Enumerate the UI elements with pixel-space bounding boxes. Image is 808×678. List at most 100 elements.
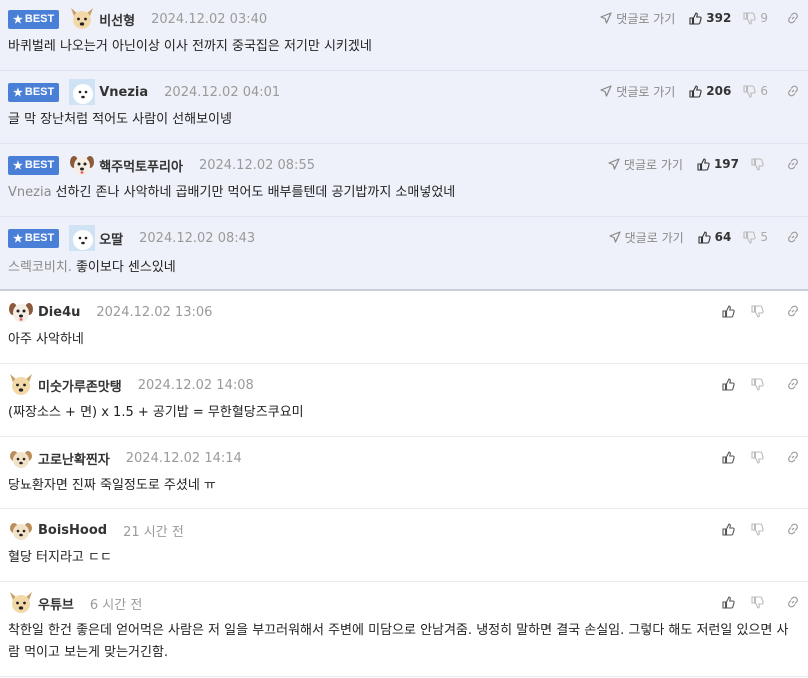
thumbs-down-icon: [751, 377, 764, 391]
comment-actions: 댓글로 가기 64 5: [609, 227, 800, 247]
dislike-button[interactable]: 5: [743, 230, 768, 244]
link-icon: [788, 596, 798, 608]
comment-nickname[interactable]: Die4u: [38, 305, 80, 320]
thumbs-down-icon: [743, 11, 757, 25]
link-button[interactable]: [786, 377, 800, 391]
thumbs-down-icon: [743, 230, 757, 244]
like-button[interactable]: 392: [689, 11, 731, 25]
white-dog-avatar[interactable]: [69, 225, 96, 251]
comment-body: 착한일 한건 좋은데 얻어먹은 사람은 저 일을 부끄러워해서 주변에 미담으로…: [8, 620, 794, 664]
star-icon: ★: [13, 159, 23, 172]
comment-text: 글 막 장난처럼 적어도 사람이 선해보이넹: [8, 112, 232, 127]
comment-text: 아주 사악하네: [8, 332, 84, 347]
dog-face-avatar[interactable]: [8, 590, 34, 616]
white-dog-avatar[interactable]: [69, 79, 96, 105]
goto-comment-link[interactable]: 댓글로 가기: [609, 229, 684, 246]
comment-nickname[interactable]: 미숫가루존맛탱: [38, 376, 122, 395]
like-button[interactable]: 64: [698, 230, 731, 244]
link-icon: [788, 305, 798, 317]
dislike-button[interactable]: [751, 304, 768, 318]
link-button[interactable]: [786, 450, 800, 464]
like-button[interactable]: [722, 304, 739, 318]
like-button[interactable]: [722, 595, 739, 609]
comment-actions: [722, 519, 800, 539]
comment-item: ★ BEST Vnezia 2024.12.02 04:01 댓글로 가기 206…: [0, 71, 808, 144]
comment-text: 착한일 한건 좋은데 얻어먹은 사람은 저 일을 부끄러워해서 주변에 미담으로…: [8, 623, 789, 660]
comment-actions: [722, 447, 800, 467]
comment-nickname[interactable]: 고로난확찐자: [38, 449, 110, 468]
goto-comment-link[interactable]: 댓글로 가기: [600, 10, 675, 27]
link-icon: [788, 85, 798, 97]
like-button[interactable]: [722, 450, 739, 464]
puppy-face-avatar[interactable]: [8, 299, 34, 325]
thumbs-up-icon: [722, 377, 735, 391]
comment-body: 스렉코비치. 좋이보다 센스있네: [8, 257, 794, 279]
comment-header: 미숫가루존맛탱 2024.12.02 14:08: [8, 372, 254, 398]
star-icon: ★: [13, 13, 23, 26]
link-icon: [788, 378, 798, 390]
dog-face-avatar[interactable]: [8, 372, 34, 398]
comment-date: 2024.12.02 03:40: [151, 11, 268, 27]
goto-comment-link[interactable]: 댓글로 가기: [608, 156, 683, 173]
link-button[interactable]: [786, 595, 800, 609]
best-badge: ★ BEST: [8, 9, 60, 29]
comment-text: 좋이보다 센스있네: [75, 260, 176, 275]
comment-item: ★ BEST 오딸 2024.12.02 08:43 댓글로 가기 64 5 스렉…: [0, 217, 808, 291]
like-button[interactable]: 206: [689, 84, 731, 98]
comment-header: BoisHood 21 시간 전: [8, 517, 184, 543]
comment-item: 미숫가루존맛탱 2024.12.02 14:08 (짜장소스 + 면) x 1.…: [0, 364, 808, 437]
mention[interactable]: 스렉코비치.: [8, 260, 72, 275]
comment-header: 고로난확찐자 2024.12.02 14:14: [8, 445, 242, 471]
comment-item: Die4u 2024.12.02 13:06 아주 사악하네: [0, 291, 808, 364]
small-dog-avatar[interactable]: [8, 517, 34, 543]
comment-nickname[interactable]: Vnezia: [99, 85, 148, 100]
link-button[interactable]: [786, 84, 800, 98]
dislike-button[interactable]: 6: [743, 84, 768, 98]
comment-nickname[interactable]: 비선형: [99, 10, 135, 29]
comment-text: 혈당 터지라고 ㄷㄷ: [8, 550, 112, 565]
like-button[interactable]: [722, 522, 739, 536]
comment-nickname[interactable]: 우튜브: [38, 594, 74, 613]
link-button[interactable]: [786, 304, 800, 318]
dislike-button[interactable]: [751, 157, 768, 171]
thumbs-down-icon: [751, 522, 764, 536]
comment-nickname[interactable]: 오딸: [99, 229, 123, 248]
link-button[interactable]: [786, 522, 800, 536]
dislike-button[interactable]: 9: [743, 11, 768, 25]
comment-nickname[interactable]: 핵주먹토푸리아: [99, 156, 183, 175]
dislike-button[interactable]: [751, 522, 768, 536]
comment-item: BoisHood 21 시간 전 혈당 터지라고 ㄷㄷ: [0, 509, 808, 582]
small-dog-avatar[interactable]: [8, 445, 34, 471]
comment-text: (짜장소스 + 면) x 1.5 + 공기밥 = 무한혈당즈쿠요미: [8, 405, 304, 420]
link-icon: [788, 523, 798, 535]
like-button[interactable]: 197: [697, 157, 739, 171]
link-icon: [788, 451, 798, 463]
best-badge-label: BEST: [24, 232, 55, 244]
comment-header: Die4u 2024.12.02 13:06: [8, 299, 212, 325]
dislike-button[interactable]: [751, 450, 768, 464]
comment-header: ★ BEST Vnezia 2024.12.02 04:01: [8, 79, 280, 105]
link-icon: [788, 158, 798, 170]
dislike-button[interactable]: [751, 377, 768, 391]
comment-date: 6 시간 전: [89, 597, 143, 613]
link-button[interactable]: [786, 230, 800, 244]
link-button[interactable]: [786, 157, 800, 171]
thumbs-up-icon: [697, 157, 710, 171]
comment-body: 글 막 장난처럼 적어도 사람이 선해보이넹: [8, 109, 794, 131]
thumbs-up-icon: [689, 11, 702, 25]
comment-date: 2024.12.02 08:43: [139, 230, 256, 246]
link-button[interactable]: [786, 11, 800, 25]
puppy-face-avatar[interactable]: [69, 152, 95, 178]
comment-nickname[interactable]: BoisHood: [38, 523, 107, 538]
mention[interactable]: Vnezia: [8, 185, 52, 200]
send-arrow-icon: [600, 12, 612, 24]
like-button[interactable]: [722, 377, 739, 391]
goto-comment-link[interactable]: 댓글로 가기: [600, 83, 675, 100]
dislike-button[interactable]: [751, 595, 768, 609]
comment-list: ★ BEST 비선형 2024.12.02 03:40 댓글로 가기 392 9 …: [0, 0, 808, 677]
star-icon: ★: [13, 86, 23, 99]
comment-date: 2024.12.02 14:08: [137, 377, 254, 393]
like-count: 206: [706, 84, 732, 98]
dog-face-avatar[interactable]: [69, 6, 95, 32]
comment-text: 당뇨환자면 진짜 죽일정도로 주셨네 ㅠ: [8, 478, 216, 493]
